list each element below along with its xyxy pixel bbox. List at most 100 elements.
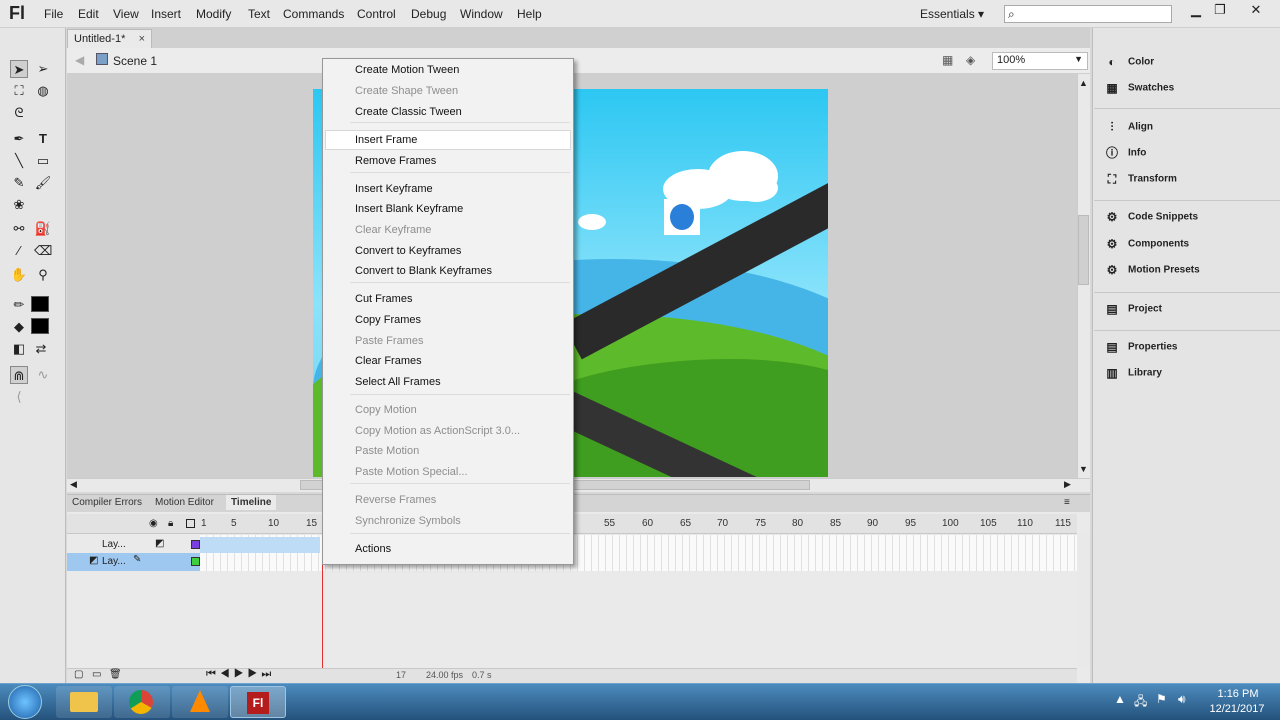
3d-rotation-tool-icon[interactable]: ◍ xyxy=(34,82,52,100)
lock-icon[interactable]: 🔒︎ xyxy=(168,518,173,529)
menu-item-synchronize-symbols[interactable]: Synchronize Symbols xyxy=(355,515,461,527)
tab-motion-editor[interactable]: Motion Editor xyxy=(155,497,214,508)
menu-item-actions[interactable]: Actions xyxy=(355,543,391,555)
layer-row-selected[interactable]: ◩ Lay... ✎ xyxy=(67,553,200,571)
next-frame-icon[interactable]: ▶ xyxy=(248,668,262,680)
menu-item-insert-keyframe[interactable]: Insert Keyframe xyxy=(355,183,433,195)
hand-tool-icon[interactable]: ✋ xyxy=(10,266,28,284)
menu-control[interactable]: Control xyxy=(357,7,396,21)
menu-item-paste-motion-special[interactable]: Paste Motion Special... xyxy=(355,466,468,478)
network-icon[interactable]: 🖧 xyxy=(1134,692,1147,713)
clock-time[interactable]: 1:16 PM xyxy=(1206,688,1270,700)
eye-icon[interactable]: ◉ xyxy=(149,518,158,529)
menu-view[interactable]: View xyxy=(113,7,139,21)
current-frame[interactable]: 17 xyxy=(396,670,406,680)
search-input[interactable]: ⌕ xyxy=(1004,5,1172,23)
start-button[interactable] xyxy=(8,685,42,719)
menu-modify[interactable]: Modify xyxy=(196,7,231,21)
layer-color-swatch[interactable] xyxy=(191,557,200,566)
line-tool-icon[interactable]: ╲ xyxy=(10,152,28,170)
restore-button[interactable]: ❐ xyxy=(1208,2,1232,18)
explorer-taskbar-button[interactable] xyxy=(56,686,112,718)
tray-flag-icon[interactable]: ⚑ xyxy=(1156,692,1167,706)
stroke-color-swatch[interactable] xyxy=(31,296,49,312)
scroll-down-icon[interactable]: ▼ xyxy=(1079,464,1088,474)
bone-tool-icon[interactable]: ⚯ xyxy=(10,220,28,238)
subselection-tool-icon[interactable]: ➢ xyxy=(34,60,52,78)
panel-motion-presets[interactable]: ⚙ Motion Presets xyxy=(1104,263,1274,283)
layer-color-swatch[interactable] xyxy=(191,540,200,549)
menu-item-copy-motion[interactable]: Copy Motion xyxy=(355,404,417,416)
rectangle-tool-icon[interactable]: ▭ xyxy=(34,152,52,170)
menu-file[interactable]: File xyxy=(44,7,63,21)
menu-item-remove-frames[interactable]: Remove Frames xyxy=(355,155,436,167)
menu-item-clear-keyframe[interactable]: Clear Keyframe xyxy=(355,224,431,236)
clock-date[interactable]: 12/21/2017 xyxy=(1202,703,1272,715)
fill-color-swatch[interactable] xyxy=(31,318,49,334)
text-tool-icon[interactable]: T xyxy=(34,130,52,148)
menu-item-create-motion-tween[interactable]: Create Motion Tween xyxy=(355,64,459,76)
fill-color-icon[interactable]: ◆ xyxy=(10,318,28,336)
menu-item-insert-blank-keyframe[interactable]: Insert Blank Keyframe xyxy=(355,203,463,215)
black-white-icon[interactable]: ◧ xyxy=(10,340,28,358)
edit-symbol-icon[interactable]: ◈ xyxy=(966,53,975,67)
vertical-scrollbar-thumb[interactable] xyxy=(1078,215,1089,285)
new-folder-icon[interactable]: ▭ xyxy=(92,669,101,680)
menu-edit[interactable]: Edit xyxy=(78,7,99,21)
panel-color[interactable]: ◐ Color xyxy=(1104,55,1274,75)
document-tab[interactable]: Untitled-1* × xyxy=(67,29,152,48)
close-button[interactable]: ✕ xyxy=(1244,2,1268,18)
menu-item-paste-motion[interactable]: Paste Motion xyxy=(355,445,419,457)
tab-compiler-errors[interactable]: Compiler Errors xyxy=(72,497,142,508)
menu-item-cut-frames[interactable]: Cut Frames xyxy=(355,293,412,305)
menu-item-create-classic-tween[interactable]: Create Classic Tween xyxy=(355,106,462,118)
menu-help[interactable]: Help xyxy=(517,7,542,21)
back-arrow-icon[interactable]: ◀ xyxy=(75,53,84,67)
chrome-taskbar-button[interactable] xyxy=(114,686,170,718)
panel-align[interactable]: ⫶ Align xyxy=(1104,120,1274,140)
prev-frame-icon[interactable]: ◀ xyxy=(220,668,234,680)
zoom-tool-icon[interactable]: ⚲ xyxy=(34,266,52,284)
snap-to-objects-icon[interactable]: ⋒ xyxy=(10,366,28,384)
edit-scene-icon[interactable]: ▦ xyxy=(942,53,953,67)
menu-insert[interactable]: Insert xyxy=(151,7,181,21)
deco-tool-icon[interactable]: ❀ xyxy=(10,196,28,214)
panel-info[interactable]: ⓘ Info xyxy=(1104,146,1274,166)
frame-span[interactable] xyxy=(200,537,320,553)
panel-project[interactable]: ▤ Project xyxy=(1104,302,1274,322)
pen-tool-icon[interactable]: ✒ xyxy=(10,130,28,148)
stroke-color-icon[interactable]: ✏ xyxy=(10,296,28,314)
menu-item-paste-frames[interactable]: Paste Frames xyxy=(355,335,423,347)
panel-code-snippets[interactable]: ⚙ Code Snippets xyxy=(1104,210,1274,230)
scroll-up-icon[interactable]: ▲ xyxy=(1079,78,1088,88)
menu-text[interactable]: Text xyxy=(248,7,270,21)
menu-item-reverse-frames[interactable]: Reverse Frames xyxy=(355,494,436,506)
panel-menu-icon[interactable]: ≡ xyxy=(1064,497,1070,508)
panel-swatches[interactable]: ▦ Swatches xyxy=(1104,81,1274,101)
straighten-icon[interactable]: ⟨ xyxy=(10,388,28,406)
volume-icon[interactable]: 🔊︎ xyxy=(1178,692,1186,707)
swap-colors-icon[interactable]: ⇄ xyxy=(32,340,50,358)
menu-debug[interactable]: Debug xyxy=(411,7,446,21)
layer-row[interactable]: ◩ Lay... xyxy=(67,536,200,554)
menu-item-clear-frames[interactable]: Clear Frames xyxy=(355,355,422,367)
flash-taskbar-button[interactable]: Fl xyxy=(230,686,286,718)
menu-item-create-shape-tween[interactable]: Create Shape Tween xyxy=(355,85,458,97)
new-layer-icon[interactable]: ▢ xyxy=(74,669,83,680)
zoom-select[interactable]: 100% ▼ xyxy=(992,52,1088,70)
panel-properties[interactable]: ▤ Properties xyxy=(1104,340,1274,360)
menu-item-copy-frames[interactable]: Copy Frames xyxy=(355,314,421,326)
pencil-tool-icon[interactable]: ✎ xyxy=(10,174,28,192)
scroll-left-icon[interactable]: ◀ xyxy=(70,479,77,490)
workspace-switcher[interactable]: Essentials ▾ xyxy=(920,7,984,21)
tray-arrow-icon[interactable]: ▲ xyxy=(1114,692,1126,706)
selection-tool-icon[interactable]: ➤ xyxy=(10,60,28,78)
menu-window[interactable]: Window xyxy=(460,7,503,21)
outline-icon[interactable] xyxy=(186,519,195,528)
menu-commands[interactable]: Commands xyxy=(283,7,344,21)
menu-item-copy-motion-as-actionscript-3-0[interactable]: Copy Motion as ActionScript 3.0... xyxy=(355,425,520,437)
vlc-taskbar-button[interactable] xyxy=(172,686,228,718)
panel-library[interactable]: ▥ Library xyxy=(1104,366,1274,386)
menu-item-convert-to-keyframes[interactable]: Convert to Keyframes xyxy=(355,245,461,257)
paint-bucket-tool-icon[interactable]: ⛽ xyxy=(34,220,52,238)
